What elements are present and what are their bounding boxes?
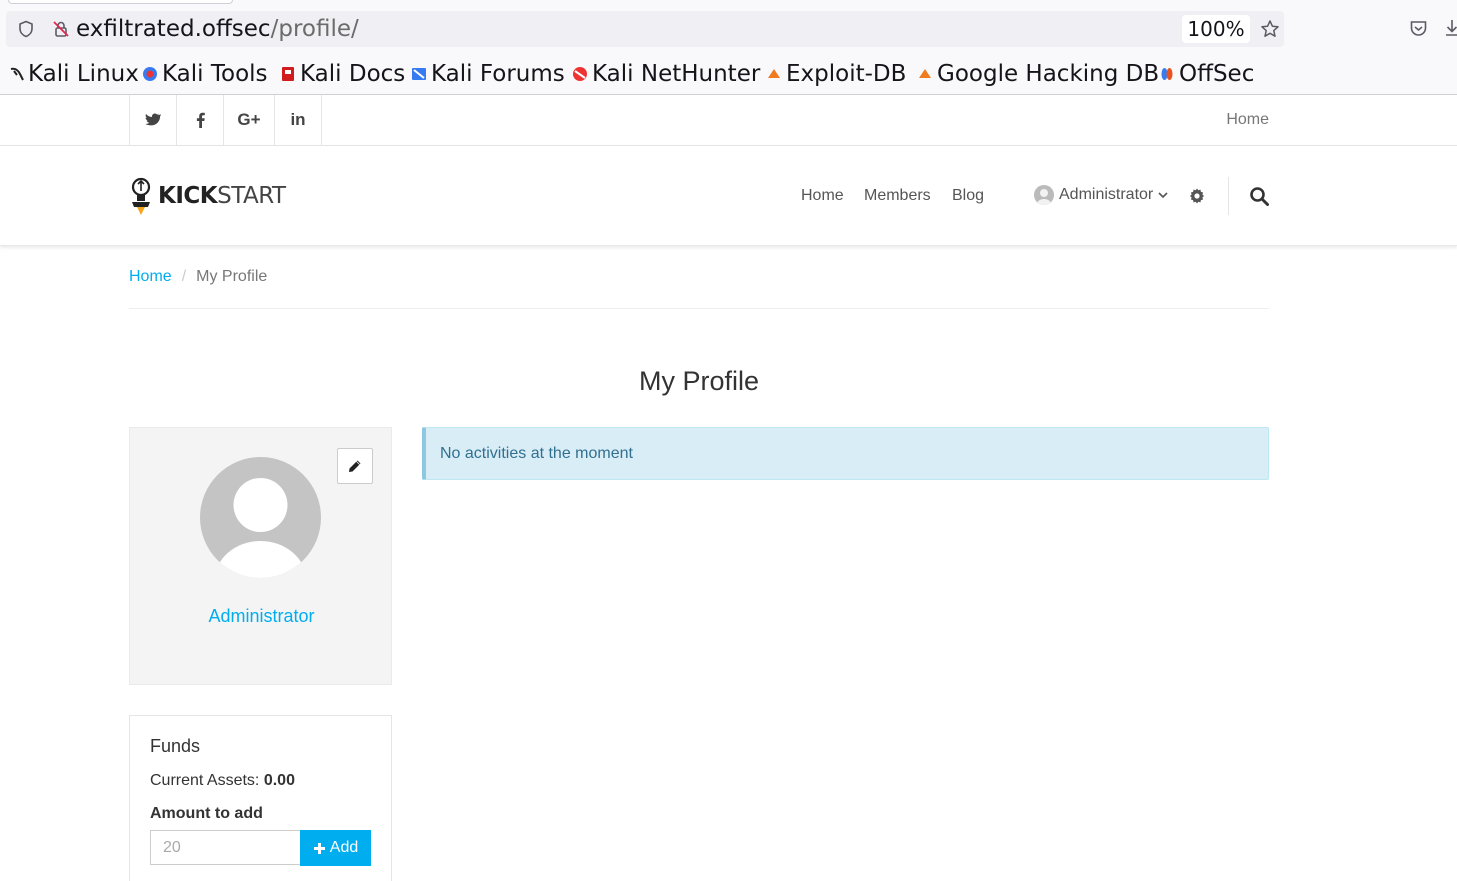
download-icon[interactable] (1444, 18, 1457, 38)
profile-avatar (200, 457, 321, 578)
site-logo[interactable]: KICKSTART (128, 176, 286, 216)
exploit-db-icon (768, 69, 780, 78)
bookmark-label: Kali Forums (431, 61, 565, 87)
bookmark-exploit-db[interactable]: Exploit-DB (766, 58, 906, 90)
bookmark-offsec[interactable]: OffSec (1159, 58, 1254, 90)
url-bar[interactable]: exfiltrated.offsec/profile/ 100% (6, 11, 1284, 47)
bookmark-label: Kali NetHunter (592, 61, 761, 87)
google-plus-icon[interactable]: G+ (224, 95, 275, 145)
add-funds-label: Add (329, 839, 359, 856)
bookmark-label: Kali Linux (28, 61, 139, 87)
kali-dragon-icon (10, 67, 24, 81)
zoom-indicator[interactable]: 100% (1182, 15, 1250, 43)
current-assets: Current Assets: 0.00 (150, 772, 295, 790)
ghdb-icon (919, 69, 931, 78)
breadcrumb-home[interactable]: Home (129, 268, 172, 286)
topbar-home-link[interactable]: Home (1226, 111, 1269, 129)
nav-home[interactable]: Home (801, 187, 844, 205)
profile-card: Administrator (129, 427, 392, 685)
url-text[interactable]: exfiltrated.offsec/profile/ (76, 14, 359, 44)
breadcrumb-divider (129, 308, 1269, 309)
browser-chrome: exfiltrated.offsec/profile/ 100% Kali Li… (0, 0, 1457, 95)
kali-docs-icon (282, 67, 294, 81)
kali-nethunter-icon (573, 67, 587, 81)
nav-members[interactable]: Members (864, 187, 931, 205)
user-avatar-small (1034, 185, 1054, 205)
breadcrumb-separator: / (181, 268, 187, 285)
bookmark-kali-nethunter[interactable]: Kali NetHunter (572, 58, 760, 90)
bookmark-label: Google Hacking DB (937, 61, 1160, 87)
logo-text: KICKSTART (158, 183, 286, 209)
breadcrumb: Home / My Profile (129, 268, 267, 286)
pencil-icon (349, 460, 361, 472)
linkedin-icon[interactable]: in (275, 95, 322, 145)
edit-profile-button[interactable] (337, 448, 373, 484)
bookmark-label: OffSec (1179, 61, 1255, 87)
search-icon[interactable] (1249, 186, 1269, 206)
user-menu-label: Administrator (1059, 186, 1154, 203)
nav-blog[interactable]: Blog (952, 187, 984, 205)
header-divider (1228, 177, 1229, 215)
facebook-icon[interactable] (177, 95, 224, 145)
amount-label: Amount to add (150, 805, 263, 822)
page-title: My Profile (638, 366, 760, 396)
bookmark-kali-forums[interactable]: Kali Forums (411, 58, 565, 90)
bookmark-kali-linux[interactable]: Kali Linux (8, 58, 139, 90)
kali-tools-icon (143, 67, 157, 81)
active-tab[interactable] (8, 0, 233, 4)
bookmark-google-hacking-db[interactable]: Google Hacking DB (917, 58, 1159, 90)
twitter-icon[interactable] (130, 95, 177, 145)
plus-icon (313, 842, 325, 854)
logo-text-bold: KICK (158, 183, 218, 209)
kali-forums-icon (412, 68, 426, 80)
user-menu[interactable]: Administrator (1034, 185, 1169, 205)
bookmark-label: Kali Tools (162, 61, 268, 87)
social-links: G+ in (129, 95, 322, 145)
pocket-icon[interactable] (1409, 19, 1428, 38)
insecure-lock-icon[interactable] (52, 20, 70, 38)
shield-icon[interactable] (17, 20, 35, 38)
breadcrumb-current: My Profile (196, 268, 268, 285)
funds-title: Funds (150, 736, 201, 756)
url-host: exfiltrated.offsec (76, 16, 271, 42)
bookmark-kali-tools[interactable]: Kali Tools (142, 58, 268, 90)
bookmark-label: Kali Docs (300, 61, 406, 87)
funds-panel: Funds Current Assets: 0.00 Amount to add… (129, 715, 392, 881)
site-topbar: G+ in Home (0, 95, 1457, 146)
current-assets-label: Current Assets: (150, 772, 260, 789)
offsec-icon (1161, 68, 1173, 80)
current-assets-value: 0.00 (263, 772, 295, 789)
rocket-bulb-icon (131, 177, 151, 215)
logo-text-light: START (217, 183, 286, 209)
activity-alert: No activities at the moment (422, 427, 1269, 480)
bookmark-star-icon[interactable] (1260, 19, 1280, 39)
bookmark-kali-docs[interactable]: Kali Docs (280, 58, 405, 90)
profile-username[interactable]: Administrator (130, 606, 393, 627)
add-funds-button[interactable]: Add (300, 830, 371, 866)
amount-input[interactable] (150, 830, 301, 865)
site-header: KICKSTART Home Members Blog Administrato… (0, 146, 1457, 246)
bookmark-label: Exploit-DB (786, 61, 907, 87)
url-path: /profile/ (270, 16, 359, 42)
gear-icon[interactable] (1189, 188, 1205, 204)
chevron-down-icon (1158, 192, 1168, 199)
